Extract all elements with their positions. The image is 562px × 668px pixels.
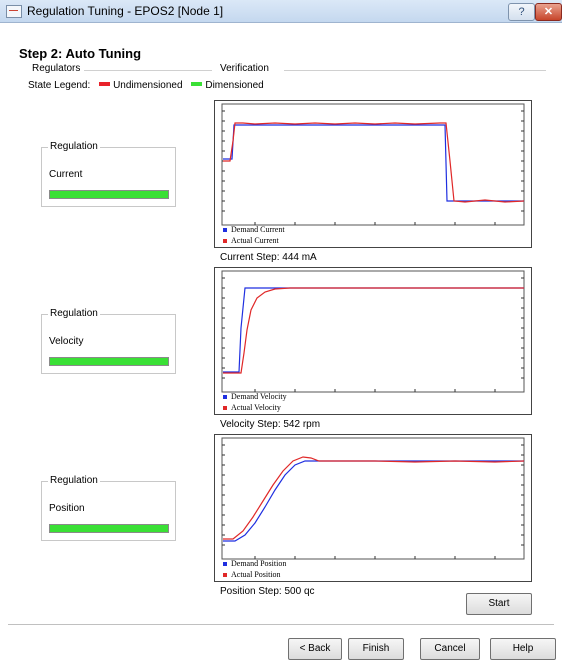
close-button[interactable]: ✕ — [535, 3, 562, 21]
help-button[interactable]: Help — [490, 638, 556, 660]
actual-legend-icon — [223, 239, 227, 244]
actual-velocity-legend: Actual Velocity — [223, 403, 281, 412]
demand-legend-icon — [223, 395, 227, 400]
plot-area — [221, 437, 525, 560]
velocity-regulation-group: Regulation Velocity — [41, 308, 176, 374]
app-icon — [6, 5, 22, 18]
demand-current-line — [223, 124, 524, 202]
velocity-progress-bar — [49, 357, 169, 366]
demand-velocity-line — [223, 287, 524, 373]
actual-position-legend: Actual Position — [223, 570, 281, 579]
actual-position-line — [223, 456, 525, 540]
current-progress-fill — [50, 191, 168, 198]
step-title: Step 2: Auto Tuning — [19, 46, 142, 61]
demand-velocity-legend-label: Demand Velocity — [231, 392, 287, 401]
dimensioned-label: Dimensioned — [205, 80, 264, 91]
demand-position-legend: Demand Position — [223, 559, 286, 568]
demand-legend-icon — [223, 228, 227, 233]
velocity-progress-fill — [50, 358, 168, 365]
velocity-label: Velocity — [49, 336, 84, 347]
verification-section-label: Verification — [220, 63, 269, 74]
position-regulation-group: Regulation Position — [41, 475, 176, 541]
regulators-divider — [84, 70, 212, 71]
position-progress-bar — [49, 524, 169, 533]
current-regulation-group: Regulation Current — [41, 141, 176, 207]
demand-position-line — [223, 460, 524, 542]
group-title: Regulation — [48, 308, 100, 319]
demand-legend-icon — [223, 562, 227, 567]
actual-legend-icon — [223, 573, 227, 578]
cancel-button[interactable]: Cancel — [420, 638, 480, 660]
undimensioned-swatch — [99, 82, 111, 87]
verification-divider — [284, 70, 546, 71]
undimensioned-label: Undimensioned — [113, 80, 183, 91]
plot-area — [221, 103, 525, 226]
group-title: Regulation — [48, 141, 100, 152]
velocity-step-chart: Demand Velocity Actual Velocity — [214, 267, 532, 415]
title-bar[interactable]: Regulation Tuning - EPOS2 [Node 1] ? ✕ — [0, 0, 562, 23]
window-title: Regulation Tuning - EPOS2 [Node 1] — [27, 4, 224, 18]
demand-current-legend-label: Demand Current — [231, 225, 285, 234]
position-label: Position — [49, 503, 85, 514]
state-legend-label: State Legend: — [28, 80, 91, 91]
demand-velocity-legend: Demand Velocity — [223, 392, 287, 401]
current-progress-bar — [49, 190, 169, 199]
position-progress-fill — [50, 525, 168, 532]
axis-ticks — [222, 277, 524, 392]
demand-current-legend: Demand Current — [223, 225, 285, 234]
velocity-step-label: Velocity Step: 542 rpm — [220, 419, 321, 430]
back-button[interactable]: < Back — [288, 638, 342, 660]
current-label: Current — [49, 169, 83, 180]
position-step-chart: Demand Position Actual Position — [214, 434, 532, 582]
actual-velocity-legend-label: Actual Velocity — [231, 403, 281, 412]
actual-current-legend-label: Actual Current — [231, 236, 279, 245]
finish-button[interactable]: Finish — [348, 638, 404, 660]
start-button[interactable]: Start — [466, 593, 532, 615]
actual-current-line — [223, 122, 525, 203]
dimensioned-swatch — [191, 82, 203, 87]
actual-velocity-line — [223, 287, 524, 374]
group-title: Regulation — [48, 475, 100, 486]
current-step-label: Current Step: 444 mA — [220, 252, 317, 263]
footer-divider — [8, 624, 554, 625]
regulators-section-label: Regulators — [32, 63, 81, 74]
axis-ticks — [222, 110, 524, 225]
state-legend: State Legend: Undimensioned Dimensioned — [28, 80, 264, 91]
position-step-label: Position Step: 500 qc — [220, 586, 315, 597]
help-title-button[interactable]: ? — [508, 3, 535, 21]
current-step-chart: Demand Current Actual Current — [214, 100, 532, 248]
plot-area — [221, 270, 525, 393]
actual-position-legend-label: Actual Position — [231, 570, 281, 579]
demand-position-legend-label: Demand Position — [231, 559, 287, 568]
actual-legend-icon — [223, 406, 227, 411]
actual-current-legend: Actual Current — [223, 236, 279, 245]
